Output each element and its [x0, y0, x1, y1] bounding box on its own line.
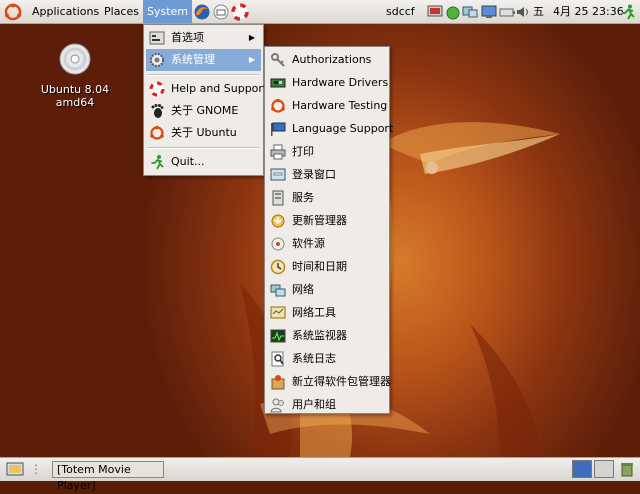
quit-running-man-icon[interactable]	[619, 3, 637, 21]
menu-item-help[interactable]: Help and Support	[146, 78, 267, 100]
menu-item-preferences[interactable]: 首选项 ▶	[146, 27, 261, 49]
desktop-icon-cdrom[interactable]: Ubuntu 8.04 amd64	[20, 42, 130, 109]
chevron-right-icon: ▶	[248, 55, 255, 64]
gear-icon	[150, 53, 164, 67]
submenu-item-language-support[interactable]: Language Support	[267, 118, 393, 140]
top-panel: Applications Places System sdccf 五 4月 25…	[0, 0, 640, 24]
keys-icon	[271, 53, 285, 67]
submenu-item-synaptic[interactable]: 新立得软件包管理器	[267, 371, 391, 393]
submenu-item-time-and-date[interactable]: 时间和日期	[267, 256, 387, 278]
submenu-item-system-monitor[interactable]: 系统监视器	[267, 325, 387, 347]
quit-running-man-icon	[151, 155, 164, 170]
hardware-card-icon	[270, 78, 286, 88]
submenu-item-software-sources[interactable]: 软件源	[267, 233, 387, 255]
submenu-item-network-tools[interactable]: 网络工具	[267, 302, 387, 324]
administration-submenu: Authorizations Hardware Drivers Hardware…	[264, 46, 393, 416]
preferences-icon	[149, 31, 165, 45]
trash-icon[interactable]	[618, 460, 636, 478]
bottom-panel: ⋮ [Totem Movie Player]	[0, 457, 640, 492]
network-applet-icon[interactable]	[461, 3, 479, 21]
menu-item-about-gnome[interactable]: 关于 GNOME	[146, 100, 261, 122]
submenu-item-hardware-testing[interactable]: Hardware Testing	[267, 95, 387, 117]
submenu-item-network[interactable]: 网络	[267, 279, 387, 301]
submenu-item-services[interactable]: 服务	[267, 187, 387, 209]
menu-item-quit[interactable]: Quit...	[146, 151, 261, 173]
submenu-item-login-window[interactable]: 登录窗口	[267, 164, 387, 186]
synaptic-icon	[271, 375, 285, 390]
menu-separator	[148, 74, 259, 76]
menu-system[interactable]: System	[143, 0, 193, 23]
flag-icon	[271, 122, 286, 136]
services-icon	[272, 190, 284, 206]
ubuntu-logo-icon[interactable]	[4, 3, 22, 21]
desktop-icon-label: Ubuntu 8.04 amd64	[40, 83, 110, 109]
show-desktop-icon[interactable]	[6, 460, 24, 478]
volume-icon[interactable]	[514, 3, 532, 21]
ubuntu-logo-icon	[150, 125, 164, 140]
submenu-item-system-log[interactable]: 系统日志	[267, 348, 387, 370]
workspace-1[interactable]	[572, 460, 592, 478]
submenu-item-update-manager[interactable]: 更新管理器	[267, 210, 387, 232]
submenu-item-users-and-groups[interactable]: 用户和组	[267, 394, 387, 416]
chevron-right-icon: ▶	[248, 33, 255, 42]
username-label[interactable]: sdccf	[386, 0, 415, 23]
mail-icon[interactable]	[212, 3, 230, 21]
firefox-icon[interactable]	[193, 3, 211, 21]
workspace-2[interactable]	[594, 460, 614, 478]
menu-separator	[148, 147, 259, 149]
cdrom-icon	[59, 43, 91, 75]
clock-date[interactable]: 4月 25	[553, 0, 589, 23]
menu-places[interactable]: Places	[100, 0, 143, 23]
system-menu: 首选项 ▶ 系统管理 ▶ Help and Support 关于 GNOME 关…	[143, 24, 267, 176]
submenu-item-printing[interactable]: 打印	[267, 141, 387, 163]
network-tools-icon	[270, 306, 286, 319]
login-window-icon	[270, 168, 286, 181]
users-icon	[270, 398, 284, 413]
display-applet-icon[interactable]	[480, 3, 498, 21]
task-list-handle-icon[interactable]: ⋮	[30, 460, 44, 478]
gnome-foot-icon	[151, 104, 164, 118]
menu-item-about-ubuntu[interactable]: 关于 Ubuntu	[146, 122, 261, 144]
network-icon	[270, 284, 286, 297]
log-viewer-icon	[271, 351, 284, 367]
submenu-item-authorizations[interactable]: Authorizations	[267, 49, 387, 71]
clock-weekday[interactable]: 五	[533, 0, 544, 23]
help-lifebuoy-icon[interactable]	[231, 3, 249, 21]
submenu-item-hardware-drivers[interactable]: Hardware Drivers	[267, 72, 388, 94]
help-lifebuoy-icon	[149, 81, 165, 97]
clock-icon	[270, 259, 286, 275]
software-sources-icon	[271, 237, 285, 251]
menu-applications[interactable]: Applications	[28, 0, 103, 23]
printer-icon	[270, 144, 286, 160]
ubuntu-logo-icon	[271, 98, 285, 113]
update-manager-icon	[271, 214, 285, 228]
menu-item-administration[interactable]: 系统管理 ▶	[146, 49, 261, 71]
status-green-icon[interactable]	[444, 3, 462, 21]
monitor-applet-icon[interactable]	[426, 3, 444, 21]
system-monitor-icon	[270, 329, 286, 343]
taskbar-button-totem[interactable]: [Totem Movie Player]	[52, 461, 164, 492]
